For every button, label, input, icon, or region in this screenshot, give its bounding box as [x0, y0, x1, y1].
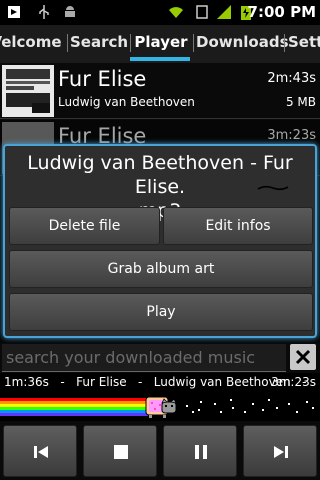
- track-artist: Ludwig van Beethoven: [58, 95, 195, 109]
- clear-search-button[interactable]: [290, 344, 316, 370]
- track-title: Fur Elise: [58, 67, 147, 91]
- active-tab-indicator: [130, 57, 190, 61]
- grab-album-art-button[interactable]: Grab album art: [9, 250, 313, 288]
- tab-separator: [284, 34, 285, 52]
- search-input[interactable]: [2, 344, 286, 372]
- search-bar: [0, 343, 320, 373]
- tab-separator: [193, 34, 194, 52]
- tab-separator: [130, 34, 131, 52]
- star-sparkles: [186, 399, 314, 413]
- delete-file-button[interactable]: Delete file: [9, 207, 160, 245]
- dialog-title-line: Ludwig van Beethoven - Fur Elise.: [27, 152, 293, 198]
- tab-bar: Velcome Search Player Downloads Setti: [0, 25, 320, 63]
- pause-icon: [195, 445, 207, 459]
- track-row[interactable]: Fur Elise Ludwig van Beethoven 2m:43s 5 …: [0, 63, 320, 119]
- android-debug-icon: [65, 6, 75, 17]
- playback-controls: [0, 421, 320, 480]
- play-button[interactable]: Play: [9, 293, 313, 331]
- playback-progress[interactable]: [0, 393, 320, 421]
- tab-settings[interactable]: Setti: [288, 25, 320, 63]
- edit-infos-button[interactable]: Edit infos: [163, 207, 313, 245]
- track-duration: 2m:43s: [267, 71, 316, 86]
- stop-button[interactable]: [83, 425, 157, 477]
- tab-search[interactable]: Search: [70, 25, 128, 63]
- file-options-dialog: Ludwig van Beethoven - Fur Elise. mp3 De…: [3, 144, 317, 338]
- rainbow-trail: [0, 398, 148, 416]
- close-icon: [295, 349, 311, 365]
- nyan-cat-icon: [145, 396, 177, 418]
- nyan-progress-graphic: [0, 396, 314, 418]
- now-playing-bar: 1m:36s - Fur Elise - Ludwig van Beethove…: [0, 373, 320, 393]
- signal-icon: [217, 5, 231, 19]
- wifi-icon: [169, 7, 183, 18]
- usb-icon: [39, 5, 49, 19]
- tab-separator: [67, 34, 68, 52]
- album-art: [2, 65, 54, 117]
- sim-icon: [196, 5, 208, 19]
- pause-button[interactable]: [163, 425, 237, 477]
- tab-welcome[interactable]: Velcome: [0, 25, 62, 63]
- app-notification-icon: [8, 6, 20, 18]
- scribble-mark: [257, 185, 289, 191]
- previous-button[interactable]: [3, 425, 77, 477]
- tab-downloads[interactable]: Downloads: [196, 25, 289, 63]
- now-playing-info: 1m:36s - Fur Elise - Ludwig van Beethove…: [4, 375, 307, 389]
- status-bar: 7:00 PM: [0, 0, 320, 25]
- stop-icon: [114, 445, 128, 459]
- skip-next-icon: [274, 446, 288, 458]
- next-button[interactable]: [243, 425, 317, 477]
- track-size: 5 MB: [285, 95, 316, 109]
- clock: 7:00 PM: [247, 3, 316, 21]
- skip-previous-icon: [34, 446, 48, 458]
- total-time: 3m:23s: [271, 375, 316, 389]
